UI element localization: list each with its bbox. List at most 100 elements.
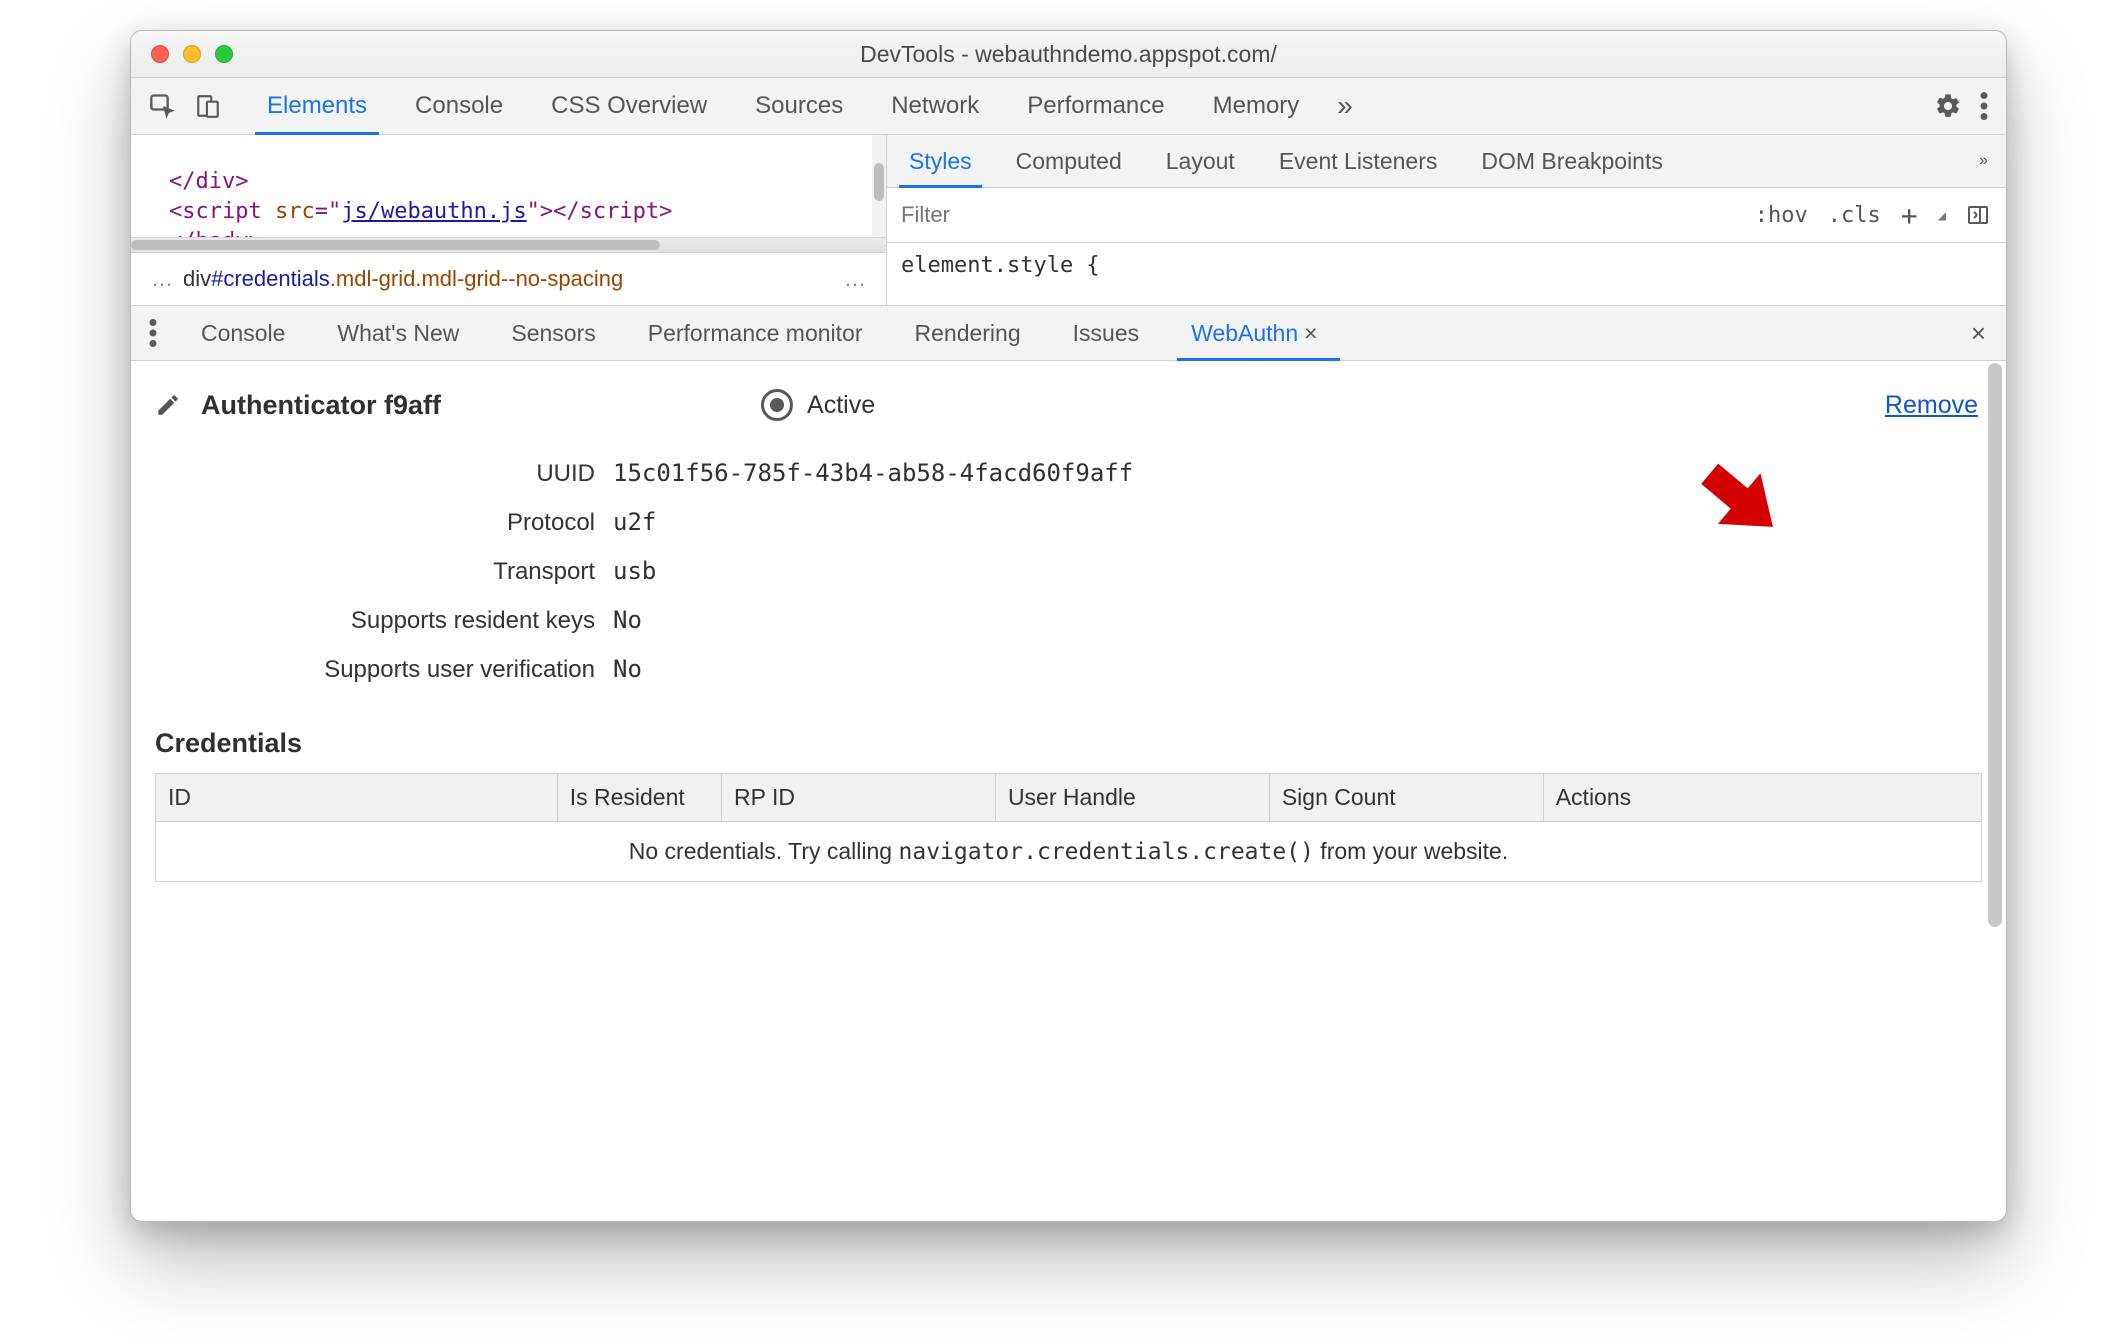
gear-icon[interactable]: [1934, 92, 1962, 120]
overflow-glyph: »: [1979, 152, 1988, 170]
edit-icon[interactable]: [155, 392, 181, 418]
annotation-arrow-icon: [1680, 440, 1790, 550]
tab-label: Styles: [909, 148, 972, 175]
tab-memory[interactable]: Memory: [1189, 78, 1324, 134]
table-row: No credentials. Try calling navigator.cr…: [156, 822, 1982, 882]
col-id[interactable]: ID: [156, 774, 558, 822]
tab-label: Console: [415, 92, 503, 120]
dom-tree[interactable]: </div> <script src="js/webauthn.js"></sc…: [131, 135, 886, 252]
breadcrumb-overflow-right[interactable]: …: [834, 266, 876, 292]
elements-split: </div> <script src="js/webauthn.js"></sc…: [131, 135, 2006, 306]
styles-tabs-overflow[interactable]: »: [1961, 135, 2006, 187]
titlebar: DevTools - webauthndemo.appspot.com/: [131, 31, 2006, 78]
drawer-tab-sensors[interactable]: Sensors: [485, 306, 621, 360]
prop-value: No: [613, 596, 642, 644]
tab-event-listeners[interactable]: Event Listeners: [1257, 135, 1460, 187]
tab-sources[interactable]: Sources: [731, 78, 867, 134]
tab-label: What's New: [337, 320, 459, 347]
tab-label: Computed: [1016, 148, 1122, 175]
radio-icon: [761, 389, 793, 421]
tab-label: Performance monitor: [648, 320, 863, 347]
tab-label: Memory: [1213, 92, 1300, 120]
tab-label: Network: [891, 92, 979, 120]
tab-label: Performance: [1027, 92, 1164, 120]
prop-value: 15c01f56-785f-43b4-ab58-4facd60f9aff: [613, 449, 1133, 497]
new-style-rule-button[interactable]: +: [1901, 199, 1918, 232]
tab-label: Console: [201, 320, 285, 347]
prop-label: Transport: [155, 548, 595, 596]
prop-label: UUID: [155, 450, 595, 498]
overflow-glyph: »: [1337, 90, 1353, 122]
dom-close: "></script>: [527, 199, 673, 224]
tab-performance[interactable]: Performance: [1003, 78, 1188, 134]
authenticator-active-radio[interactable]: Active: [761, 389, 875, 421]
drawer-tab-whatsnew[interactable]: What's New: [311, 306, 485, 360]
authenticator-header: Authenticator f9aff Active Remove: [155, 389, 1982, 421]
inspect-element-icon[interactable]: [149, 92, 177, 120]
tab-styles[interactable]: Styles: [887, 135, 994, 187]
tab-label: Sensors: [511, 320, 595, 347]
credentials-table: ID Is Resident RP ID User Handle Sign Co…: [155, 773, 1982, 882]
styles-filter-bar: :hov .cls + ◢: [887, 188, 2006, 243]
filter-resize: ◢: [1938, 208, 1946, 224]
tab-label: CSS Overview: [551, 92, 707, 120]
breadcrumb-overflow-left[interactable]: …: [141, 266, 183, 292]
styles-body[interactable]: element.style {: [887, 243, 2006, 288]
dom-string: js/webauthn.js: [341, 199, 526, 224]
tab-label: DOM Breakpoints: [1481, 148, 1663, 175]
devtools-window: DevTools - webauthndemo.appspot.com/: [130, 30, 2007, 1222]
prop-value: usb: [613, 547, 656, 595]
col-sign-count[interactable]: Sign Count: [1269, 774, 1543, 822]
dom-horizontal-scrollbar[interactable]: [131, 237, 886, 252]
prop-label: Protocol: [155, 499, 595, 547]
prop-row: Supports resident keys No: [155, 596, 1982, 645]
elements-pane: </div> <script src="js/webauthn.js"></sc…: [131, 135, 887, 305]
crumb-id: #credentials: [211, 266, 330, 291]
tab-label: Layout: [1166, 148, 1235, 175]
crumb-tag: div: [183, 266, 211, 291]
tab-label: Issues: [1073, 320, 1139, 347]
tab-label: Event Listeners: [1279, 148, 1438, 175]
toggle-sidebar-icon[interactable]: [1966, 203, 1990, 227]
prop-label: Supports resident keys: [155, 597, 595, 645]
prop-label: Supports user verification: [155, 646, 595, 694]
drawer-menu-icon[interactable]: [131, 306, 175, 360]
tab-close-icon[interactable]: ×: [1304, 320, 1326, 347]
dom-vertical-scrollbar[interactable]: [872, 135, 886, 238]
tab-network[interactable]: Network: [867, 78, 1003, 134]
breadcrumb-node[interactable]: div#credentials.mdl-grid.mdl-grid--no-sp…: [183, 266, 623, 292]
drawer-tab-webauthn[interactable]: WebAuthn ×: [1165, 306, 1352, 360]
drawer-tab-rendering[interactable]: Rendering: [889, 306, 1047, 360]
drawer-tab-console[interactable]: Console: [175, 306, 311, 360]
table-header-row: ID Is Resident RP ID User Handle Sign Co…: [156, 774, 1982, 822]
tab-css-overview[interactable]: CSS Overview: [527, 78, 731, 134]
tab-label: Elements: [267, 92, 367, 120]
cls-toggle[interactable]: .cls: [1828, 203, 1881, 228]
col-is-resident[interactable]: Is Resident: [557, 774, 721, 822]
drawer-tab-issues[interactable]: Issues: [1047, 306, 1165, 360]
tab-label: Sources: [755, 92, 843, 120]
col-rp-id[interactable]: RP ID: [722, 774, 996, 822]
styles-filter-input[interactable]: [887, 188, 1739, 242]
tab-dom-breakpoints[interactable]: DOM Breakpoints: [1459, 135, 1685, 187]
drawer-vertical-scrollbar[interactable]: [1988, 363, 2002, 1217]
tab-console[interactable]: Console: [391, 78, 527, 134]
tabs-overflow-button[interactable]: »: [1323, 78, 1367, 134]
main-tab-strip: Elements Console CSS Overview Sources Ne…: [131, 78, 2006, 135]
breadcrumb[interactable]: … div#credentials.mdl-grid.mdl-grid--no-…: [131, 252, 886, 305]
device-toolbar-icon[interactable]: [195, 93, 221, 119]
hov-toggle[interactable]: :hov: [1755, 203, 1808, 228]
col-user-handle[interactable]: User Handle: [995, 774, 1269, 822]
tab-elements[interactable]: Elements: [243, 78, 391, 134]
tab-layout[interactable]: Layout: [1144, 135, 1257, 187]
credentials-empty-message: No credentials. Try calling navigator.cr…: [156, 822, 1982, 882]
tab-computed[interactable]: Computed: [994, 135, 1144, 187]
drawer-tab-perfmon[interactable]: Performance monitor: [622, 306, 889, 360]
remove-authenticator-link[interactable]: Remove: [1885, 391, 1978, 420]
styles-tab-strip: Styles Computed Layout Event Listeners D…: [887, 135, 2006, 188]
drawer-tab-strip: Console What's New Sensors Performance m…: [131, 306, 2006, 361]
drawer-close-icon[interactable]: ×: [1951, 306, 2006, 360]
prop-value: u2f: [613, 498, 656, 546]
col-actions[interactable]: Actions: [1543, 774, 1981, 822]
kebab-menu-icon[interactable]: [1980, 92, 1988, 120]
